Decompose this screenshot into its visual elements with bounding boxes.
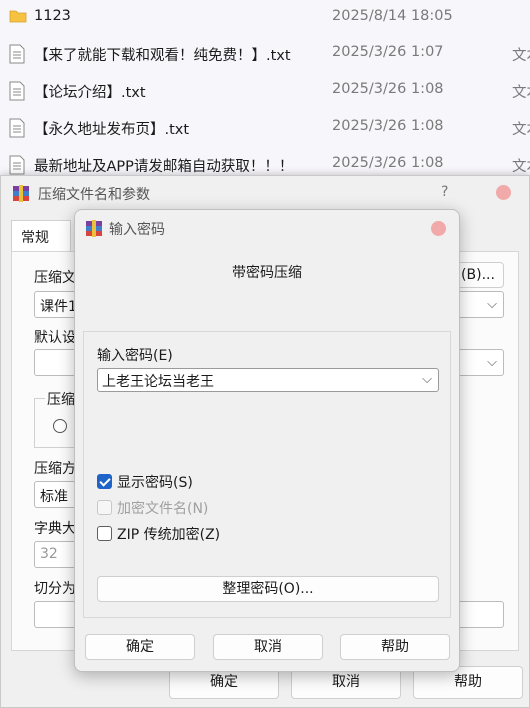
text-file-icon: [9, 44, 25, 68]
show-password-label: 显示密码(S): [117, 475, 193, 491]
file-row[interactable]: 【论坛介绍】.txt 2025/3/26 1:08 文本: [0, 73, 530, 109]
split-label: 切分为: [34, 581, 76, 597]
file-type: 文本: [512, 122, 530, 138]
file-name: 最新地址及APP请发邮箱自动获取！！！: [34, 159, 294, 175]
password-dialog: 输入密码 带密码压缩 输入密码(E) 上老王论坛当老王 ⌵ 显示密码(S) 加密…: [74, 209, 460, 672]
tab-general[interactable]: 常规: [11, 220, 71, 252]
folder-icon: [9, 8, 27, 28]
ok-button[interactable]: 确定: [85, 634, 195, 660]
close-button[interactable]: [431, 221, 446, 236]
format-group-label: 压缩: [45, 389, 77, 409]
dialog-heading: 带密码压缩: [232, 265, 302, 281]
dialog-title: 输入密码: [109, 222, 165, 238]
encrypt-filenames-label: 加密文件名(N): [117, 501, 209, 517]
password-field[interactable]: 上老王论坛当老王 ⌵: [97, 368, 439, 392]
file-type: 文本: [512, 159, 530, 175]
password-label: 输入密码(E): [97, 348, 173, 364]
text-file-icon: [9, 81, 25, 105]
file-date: 2025/3/26 1:08: [332, 155, 444, 171]
chevron-down-icon[interactable]: ⌵: [422, 372, 432, 387]
file-row[interactable]: 【永久地址发布页】.txt 2025/3/26 1:08 文本: [0, 110, 530, 146]
method-label: 压缩方: [34, 461, 76, 477]
help-button[interactable]: 帮助: [340, 634, 450, 660]
zip-legacy-label: ZIP 传统加密(Z): [117, 527, 221, 543]
zip-legacy-checkbox[interactable]: [97, 526, 112, 541]
file-name: 1123: [34, 8, 71, 24]
encrypt-filenames-checkbox[interactable]: [97, 500, 112, 515]
file-type: 文本: [512, 85, 530, 101]
file-list: 1123 2025/8/14 18:05 【来了就能下载和观看！纯免费！】.tx…: [0, 0, 530, 180]
format-radio[interactable]: [53, 419, 67, 433]
file-date: 2025/3/26 1:08: [332, 81, 444, 97]
file-type: 文本: [512, 48, 530, 64]
archive-name-label: 压缩文: [34, 270, 76, 286]
file-date: 2025/3/26 1:07: [332, 44, 444, 60]
file-name: 【永久地址发布页】.txt: [34, 122, 190, 138]
winrar-icon: [86, 220, 102, 237]
file-name: 【论坛介绍】.txt: [34, 85, 146, 101]
winrar-icon: [13, 185, 29, 202]
help-icon[interactable]: ?: [441, 184, 448, 200]
file-date: 2025/8/14 18:05: [332, 8, 453, 24]
file-row[interactable]: 【来了就能下载和观看！纯免费！】.txt 2025/3/26 1:07 文本: [0, 36, 530, 72]
password-value: 上老王论坛当老王: [102, 374, 214, 390]
cancel-button[interactable]: 取消: [213, 634, 323, 660]
tab-label: 常规: [21, 230, 49, 246]
close-button[interactable]: [496, 185, 511, 200]
method-value: 标准: [40, 489, 68, 505]
password-panel: 输入密码(E) 上老王论坛当老王 ⌵ 显示密码(S) 加密文件名(N) ZIP …: [83, 331, 451, 618]
organize-passwords-button[interactable]: 整理密码(O)...: [97, 576, 439, 602]
show-password-checkbox[interactable]: [97, 474, 112, 489]
default-profile-label: 默认设: [34, 330, 76, 346]
file-date: 2025/3/26 1:08: [332, 118, 444, 134]
dictionary-value: 32: [40, 546, 58, 562]
file-name: 【来了就能下载和观看！纯免费！】.txt: [34, 48, 291, 64]
dictionary-label: 字典大: [34, 521, 76, 537]
text-file-icon: [9, 118, 25, 142]
dialog-title: 压缩文件名和参数: [38, 187, 150, 203]
archive-name-value: 课件1: [40, 299, 77, 315]
file-row[interactable]: 1123 2025/8/14 18:05: [0, 0, 530, 36]
chevron-down-icon: ⌵: [487, 355, 497, 370]
chevron-down-icon: ⌵: [487, 297, 497, 312]
